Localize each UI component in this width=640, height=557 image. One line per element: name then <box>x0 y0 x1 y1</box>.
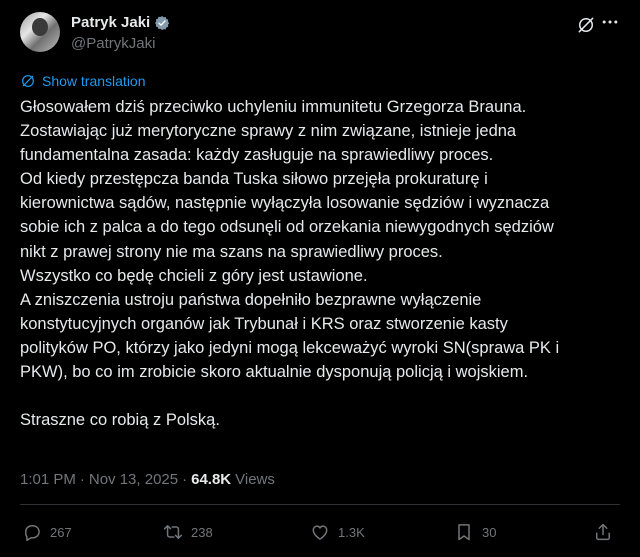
tweet-line: kierownictwa sądów, następnie wyłączyła … <box>20 194 550 213</box>
bookmark-button[interactable]: 30 <box>454 522 496 542</box>
tweet-line: Straszne co robią z Polską. <box>20 411 220 430</box>
tweet-line: polityków PO, którzy jako jedyni mogą le… <box>20 338 560 357</box>
views-count: 64.8K <box>191 471 232 488</box>
globe-icon <box>22 75 34 87</box>
tweet-detail: Patryk Jaki @PatrykJaki Show translation… <box>0 0 640 557</box>
reply-count: 267 <box>50 524 72 540</box>
repost-icon <box>163 525 183 539</box>
tweet-line: konstytucyjnych organów jak Trybunał i K… <box>20 314 508 333</box>
tweet-line: PKW), bo co im zrobicie skoro aktualnie … <box>20 363 529 382</box>
divider <box>20 504 620 505</box>
tweet-time[interactable]: 1:01 PM <box>20 471 76 488</box>
tweet-line: Głosowałem dziś przeciwko uchyleniu immu… <box>20 98 527 116</box>
author-display-name[interactable]: Patryk Jaki <box>71 14 150 31</box>
share-icon <box>596 523 610 541</box>
share-button[interactable] <box>593 522 621 542</box>
tweet-line: Wszystko co będę chcieli z góry jest ust… <box>20 266 368 285</box>
more-options-icon[interactable] <box>600 12 620 32</box>
tweet-line: A zniszczenia ustroju państwa dopełniło … <box>20 290 482 309</box>
verified-badge-icon <box>155 15 170 30</box>
tweet-line: fundamentalna zasada: każdy zasługuje na… <box>20 146 494 165</box>
avatar[interactable] <box>20 12 60 52</box>
repost-button[interactable]: 238 <box>163 522 213 542</box>
show-translation-link[interactable]: Show translation <box>20 73 146 89</box>
show-translation-label: Show translation <box>42 73 146 89</box>
grok-icon[interactable] <box>576 15 596 35</box>
tweet-header: Patryk Jaki @PatrykJaki <box>20 12 620 56</box>
tweet-line: sobie ich z palca a do tego odsunęli od … <box>20 218 554 237</box>
author-handle[interactable]: @PatrykJaki <box>71 35 155 52</box>
tweet-line: nikt z prawej strony nie ma szans na spr… <box>20 242 443 261</box>
action-bar: 267 238 1.3K 30 <box>20 522 620 546</box>
reply-icon <box>25 525 40 542</box>
tweet-date[interactable]: Nov 13, 2025 <box>89 471 178 488</box>
author-name-row: Patryk Jaki <box>71 14 170 31</box>
heart-icon <box>312 525 328 540</box>
tweet-line: Zostawiając już merytoryczne sprawy z ni… <box>20 122 517 141</box>
views-label: Views <box>235 471 275 488</box>
tweet-text: Głosowałem dziś przeciwko uchyleniu immu… <box>20 95 625 432</box>
meta-separator: · <box>79 471 85 488</box>
repost-count: 238 <box>191 524 213 540</box>
bookmark-count: 30 <box>482 524 497 540</box>
meta-separator: · <box>182 471 188 488</box>
like-button[interactable]: 1.3K <box>310 522 365 542</box>
tweet-meta: 1:01 PM · Nov 13, 2025 · 64.8K Views <box>20 471 275 488</box>
bookmark-icon <box>458 524 470 541</box>
tweet-line: Od kiedy przestępcza banda Tuska siłowo … <box>20 170 488 189</box>
like-count: 1.3K <box>338 524 365 540</box>
reply-button[interactable]: 267 <box>22 522 72 542</box>
